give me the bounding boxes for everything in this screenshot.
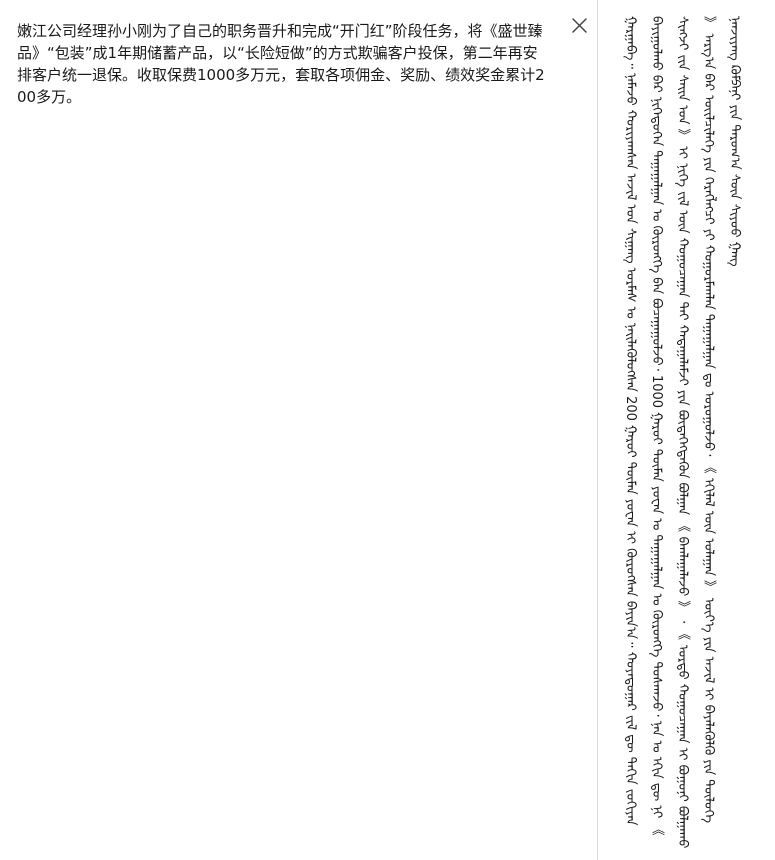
translation-pane: ᠭᠠᠷᠭᠠᠪᠠ᠃ ᠨᠡᠮᠡᠵᠦ ᠬᠤᠷᠢᠶᠠᠭᠰᠠᠨ ᠠᠵᠢᠯ ᠤᠨ ᠰᠢᠭᠠᠩ… — [599, 0, 775, 860]
source-text-pane: 嫩江公司经理孙小刚为了自己的职务晋升和完成“开门红”阶段任务，将《盛世臻品》“包… — [0, 0, 598, 860]
source-text: 嫩江公司经理孙小刚为了自己的职务晋升和完成“开门红”阶段任务，将《盛世臻品》“包… — [17, 22, 545, 106]
close-button[interactable] — [566, 13, 592, 39]
mongolian-translation-text: ᠭᠠᠷᠭᠠᠪᠠ᠃ ᠨᠡᠮᠡᠵᠦ ᠬᠤᠷᠢᠶᠠᠭᠰᠠᠨ ᠠᠵᠢᠯ ᠤᠨ ᠰᠢᠭᠠᠩ… — [623, 16, 742, 849]
close-icon — [572, 18, 587, 33]
translation-window: 嫩江公司经理孙小刚为了自己的职务晋升和完成“开门红”阶段任务，将《盛世臻品》“包… — [0, 0, 775, 860]
